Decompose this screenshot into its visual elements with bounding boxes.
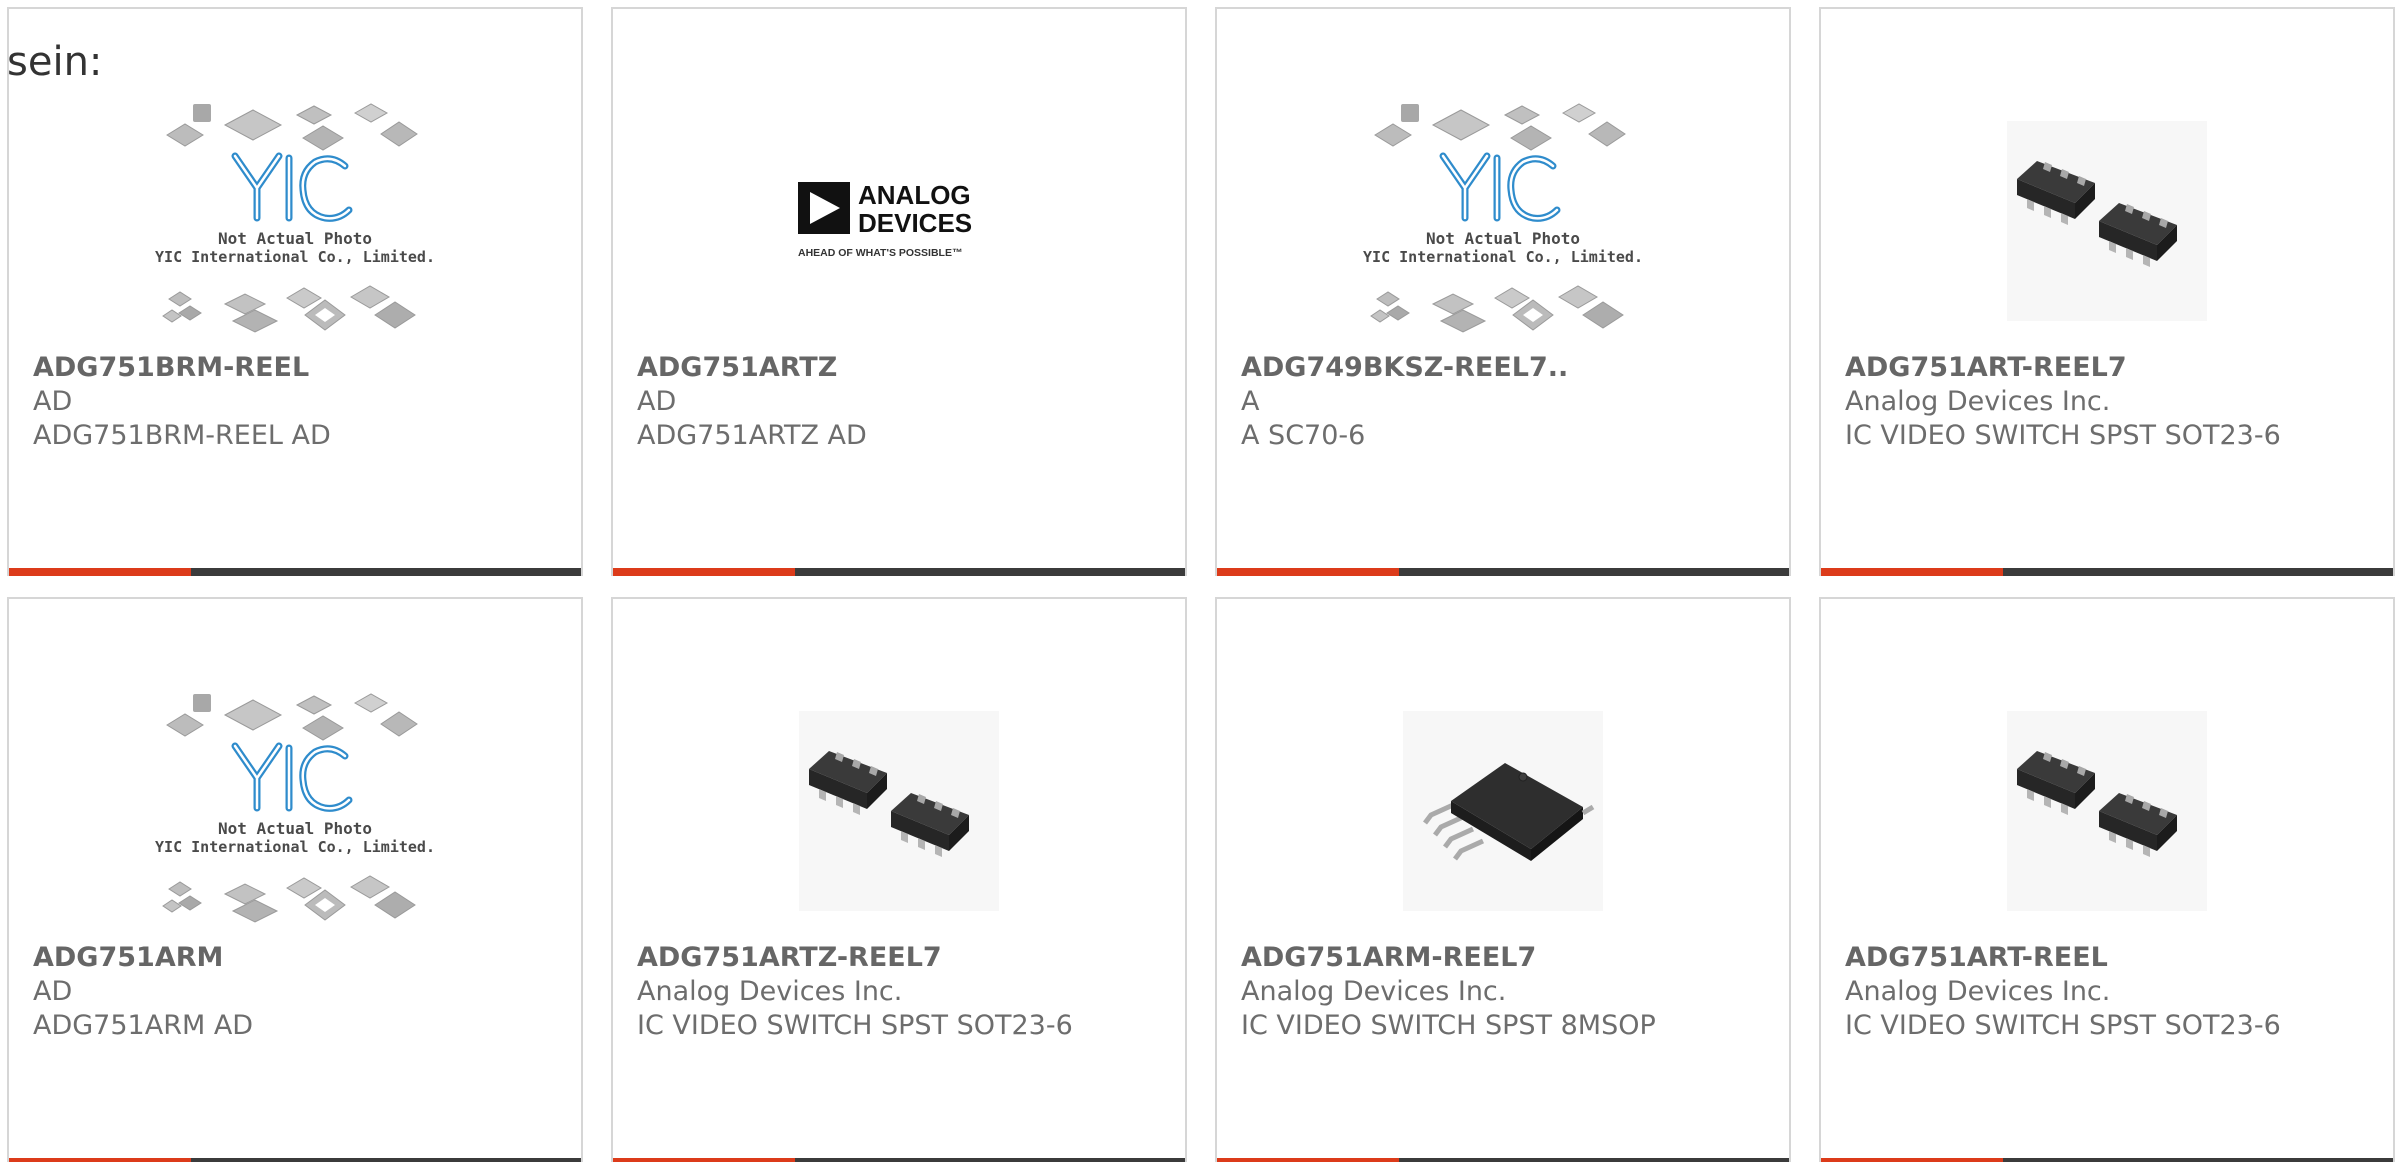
description: ADG751ARTZ AD	[637, 420, 867, 451]
intro-text: sein:	[7, 39, 103, 85]
product-listing-page: sein: Not Actual Photo YIC International …	[0, 0, 2400, 1162]
part-number-link[interactable]: ADG751ARM	[33, 941, 565, 975]
analog-devices-logo-icon: ANALOGDEVICES AHEAD OF WHAT'S POSSIBLE™	[798, 180, 972, 259]
part-number-link[interactable]: ADG751ARTZ	[637, 351, 1169, 385]
product-card[interactable]: Not Actual Photo YIC International Co., L…	[7, 597, 583, 1162]
part-number-link[interactable]: ADG751ART-REEL	[1845, 941, 2377, 975]
card-accent-bar	[613, 568, 795, 576]
placeholder-chips-icon	[1374, 103, 1626, 151]
description: IC VIDEO SWITCH SPST SOT23-6	[1845, 420, 2281, 451]
part-number-link[interactable]: ADG749BKSZ-REEL7..	[1241, 351, 1773, 385]
card-bottom-bar	[1821, 568, 2393, 576]
manufacturer: A	[1241, 386, 1260, 417]
card-accent-bar	[1217, 1158, 1399, 1162]
description: IC VIDEO SWITCH SPST 8MSOP	[1241, 1010, 1656, 1041]
sot23-6-package-image	[2007, 711, 2207, 911]
card-accent-bar	[613, 1158, 795, 1162]
card-accent-bar	[9, 1158, 191, 1162]
card-accent-bar	[9, 568, 191, 576]
product-image[interactable]	[1821, 681, 2393, 941]
product-image[interactable]	[1217, 681, 1789, 941]
placeholder-caption-line2: YIC International Co., Limited.	[155, 248, 435, 266]
placeholder-chips-icon	[1370, 285, 1624, 333]
description: IC VIDEO SWITCH SPST SOT23-6	[1845, 1010, 2281, 1041]
yic-placeholder-image: Not Actual PhotoYIC International Co., L…	[155, 103, 435, 333]
description: A SC70-6	[1241, 420, 1366, 451]
description: ADG751ARM AD	[33, 1010, 254, 1041]
product-card[interactable]: Not Actual Photo YIC International Co., L…	[1215, 7, 1791, 576]
card-accent-bar	[1217, 568, 1399, 576]
description: ADG751BRM-REEL AD	[33, 420, 331, 451]
manufacturer: Analog Devices Inc.	[1845, 386, 2111, 417]
placeholder-chips-icon	[166, 693, 418, 741]
card-bottom-bar	[1217, 568, 1789, 576]
sot23-6-package-image	[2007, 121, 2207, 321]
placeholder-caption-line1: Not Actual Photo	[1426, 229, 1580, 248]
part-number-link[interactable]: ADG751ARTZ-REEL7	[637, 941, 1169, 975]
manufacturer: AD	[637, 386, 677, 417]
brand-tagline: AHEAD OF WHAT'S POSSIBLE™	[798, 247, 962, 259]
product-card[interactable]: Not Actual Photo YIC International Co., L…	[7, 7, 583, 576]
card-bottom-bar	[613, 1158, 1185, 1162]
card-bottom-bar	[613, 568, 1185, 576]
placeholder-caption-line1: Not Actual Photo	[218, 229, 372, 248]
analog-devices-logo-image: ANALOGDEVICES AHEAD OF WHAT'S POSSIBLE™	[798, 180, 972, 259]
part-number-link[interactable]: ADG751BRM-REEL	[33, 351, 565, 385]
part-number-link[interactable]: ADG751ART-REEL7	[1845, 351, 2377, 385]
product-card[interactable]: ANALOG DEVICES AHEAD OF WHAT'S POSSIBLE™ A…	[611, 7, 1187, 576]
placeholder-caption-line2: YIC International Co., Limited.	[1363, 248, 1643, 266]
placeholder-caption-line1: Not Actual Photo	[218, 819, 372, 838]
product-card[interactable]: ADG751ARTZ-REEL7 Analog Devices Inc. IC …	[611, 597, 1187, 1162]
placeholder-chips-icon	[166, 103, 418, 151]
manufacturer: AD	[33, 976, 73, 1007]
product-image[interactable]: ANALOG DEVICES AHEAD OF WHAT'S POSSIBLE™	[613, 91, 1185, 351]
card-bottom-bar	[9, 1158, 581, 1162]
part-number-link[interactable]: ADG751ARM-REEL7	[1241, 941, 1773, 975]
product-card[interactable]: ADG751ARM-REEL7 Analog Devices Inc. IC V…	[1215, 597, 1791, 1162]
card-accent-bar	[1821, 1158, 2003, 1162]
product-image[interactable]: Not Actual Photo YIC International Co., L…	[9, 91, 581, 351]
yic-placeholder-image: Not Actual PhotoYIC International Co., L…	[155, 693, 435, 923]
card-bottom-bar	[9, 568, 581, 576]
yic-logo-icon	[231, 152, 353, 222]
product-image[interactable]: Not Actual Photo YIC International Co., L…	[1217, 91, 1789, 351]
manufacturer: AD	[33, 386, 73, 417]
manufacturer: Analog Devices Inc.	[1241, 976, 1507, 1007]
yic-placeholder-image: Not Actual PhotoYIC International Co., L…	[1363, 103, 1643, 333]
description: IC VIDEO SWITCH SPST SOT23-6	[637, 1010, 1073, 1041]
placeholder-caption-line2: YIC International Co., Limited.	[155, 838, 435, 856]
yic-logo-icon	[231, 742, 353, 812]
brand-name-line2: DEVICES	[858, 208, 972, 238]
product-card[interactable]: ADG751ART-REEL Analog Devices Inc. IC VI…	[1819, 597, 2395, 1162]
card-bottom-bar	[1821, 1158, 2393, 1162]
product-image[interactable]	[1821, 91, 2393, 351]
yic-logo-icon	[1439, 152, 1561, 222]
placeholder-chips-icon	[162, 875, 416, 923]
manufacturer: Analog Devices Inc.	[637, 976, 903, 1007]
card-bottom-bar	[1217, 1158, 1789, 1162]
product-image[interactable]	[613, 681, 1185, 941]
product-card[interactable]: ADG751ART-REEL7 Analog Devices Inc. IC V…	[1819, 7, 2395, 576]
sot23-6-package-image	[799, 711, 999, 911]
brand-name-line1: ANALOG	[858, 180, 971, 210]
product-grid: Not Actual Photo YIC International Co., L…	[7, 7, 2400, 1162]
placeholder-chips-icon	[162, 285, 416, 333]
manufacturer: Analog Devices Inc.	[1845, 976, 2111, 1007]
card-accent-bar	[1821, 568, 2003, 576]
product-image[interactable]: Not Actual Photo YIC International Co., L…	[9, 681, 581, 941]
msop-8-package-image	[1403, 711, 1603, 911]
